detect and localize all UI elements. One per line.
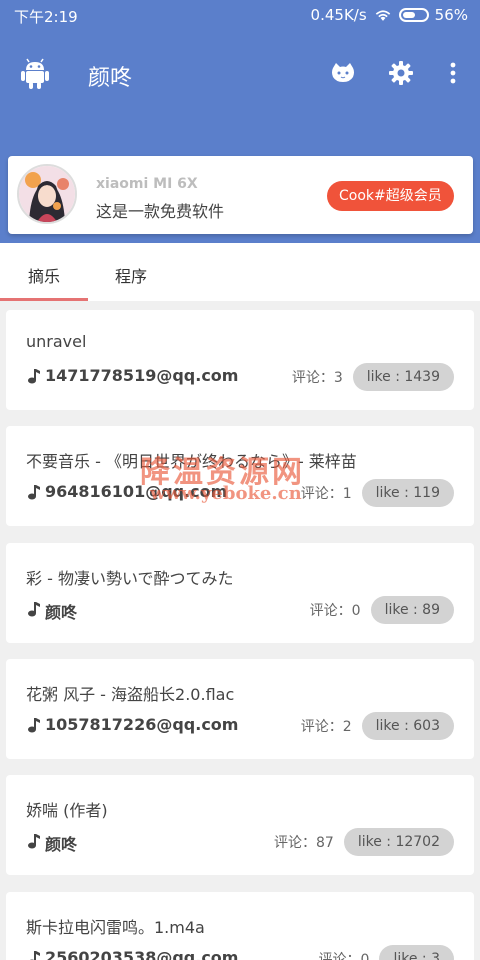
music-note-icon — [28, 718, 40, 733]
music-note-icon — [28, 602, 40, 617]
item-stats: 评论：2 like : 603 — [301, 712, 454, 740]
comment-count[interactable]: 评论：1 — [301, 483, 352, 503]
list-item[interactable]: unravel 1471778519@qq.com 评论：3 like : 14… — [6, 310, 474, 410]
tab-indicator — [0, 298, 88, 301]
gear-icon[interactable] — [388, 60, 414, 86]
item-stats: 评论：1 like : 119 — [301, 479, 454, 507]
battery-percent: 56% — [434, 6, 468, 24]
cat-icon[interactable] — [330, 60, 356, 86]
list-item[interactable]: 花粥 风子 - 海盗船长2.0.flac 1057817226@qq.com 评… — [6, 659, 474, 759]
item-title: 花粥 风子 - 海盗船长2.0.flac — [26, 685, 235, 704]
item-title: 斯卡拉电闪雷鸣。1.m4a — [26, 918, 205, 937]
like-button[interactable]: like : 603 — [361, 712, 454, 740]
tab-music[interactable]: 摘乐 — [28, 263, 60, 287]
item-stats: 评论：0 like : 3 — [319, 945, 454, 960]
like-button[interactable]: like : 89 — [370, 596, 454, 624]
item-user: 颜咚 — [45, 835, 78, 854]
avatar[interactable] — [17, 164, 77, 224]
music-note-icon — [29, 951, 40, 960]
comment-count[interactable]: 评论：0 — [319, 949, 370, 960]
item-title: unravel — [26, 332, 87, 351]
more-vert-icon[interactable] — [446, 60, 460, 86]
item-user: 1471778519@qq.com — [45, 366, 239, 385]
battery-fill — [402, 12, 415, 18]
status-right-group: 0.45K/s 56% — [311, 6, 468, 24]
item-user: 964816101@qq.com — [45, 482, 228, 501]
comment-count[interactable]: 评论：3 — [292, 367, 343, 387]
profile-description: 这是一款免费软件 — [96, 202, 225, 221]
status-bar: 下午2:19 0.45K/s 56% — [0, 0, 480, 30]
wifi-icon — [375, 10, 390, 21]
page-title: 颜咚 — [88, 66, 133, 91]
item-user: 1057817226@qq.com — [45, 715, 239, 734]
tab-programs[interactable]: 程序 — [115, 263, 147, 287]
item-title: 彩 - 物凄い勢いで酔つてみた — [26, 569, 234, 588]
item-stats: 评论：3 like : 1439 — [292, 363, 454, 391]
like-button[interactable]: like : 12702 — [343, 828, 454, 856]
item-user: 2560203538@qq.com — [45, 948, 239, 960]
comment-count[interactable]: 评论：0 — [310, 600, 361, 620]
item-title: 娇喘 (作者) — [26, 801, 108, 820]
music-note-icon — [28, 485, 40, 500]
like-button[interactable]: like : 1439 — [352, 363, 454, 391]
status-time: 下午2:19 — [14, 8, 78, 26]
item-stats: 评论：0 like : 89 — [310, 596, 454, 624]
list-item[interactable]: 不要音乐 - 《明日世界が终わるなら》- 莱梓苗 964816101@qq.co… — [6, 426, 474, 526]
list-item[interactable]: 娇喘 (作者) 颜咚 评论：87 like : 12702 — [6, 775, 474, 875]
like-button[interactable]: like : 119 — [361, 479, 454, 507]
tab-bar: 摘乐 程序 — [0, 243, 480, 301]
item-title: 不要音乐 - 《明日世界が终わるなら》- 莱梓苗 — [26, 452, 357, 471]
item-stats: 评论：87 like : 12702 — [274, 828, 454, 856]
network-speed: 0.45K/s — [310, 6, 367, 24]
music-note-icon — [28, 369, 40, 384]
battery-icon — [398, 8, 429, 22]
item-user: 颜咚 — [45, 603, 78, 622]
device-name: xiaomi MI 6X — [96, 176, 198, 192]
comment-count[interactable]: 评论：87 — [274, 832, 334, 852]
like-button[interactable]: like : 3 — [379, 945, 454, 960]
comment-count[interactable]: 评论：2 — [301, 716, 352, 736]
music-note-icon — [28, 834, 40, 849]
toolbar: 颜咚 — [0, 44, 480, 104]
vip-badge[interactable]: Cook#超级会员 — [327, 181, 454, 211]
android-icon[interactable] — [20, 58, 50, 90]
list-item[interactable]: 斯卡拉电闪雷鸣。1.m4a 2560203538@qq.com 评论：0 lik… — [6, 892, 474, 960]
profile-card[interactable]: xiaomi MI 6X 这是一款免费软件 Cook#超级会员 — [8, 156, 473, 234]
list-item[interactable]: 彩 - 物凄い勢いで酔つてみた 颜咚 评论：0 like : 89 — [6, 543, 474, 643]
